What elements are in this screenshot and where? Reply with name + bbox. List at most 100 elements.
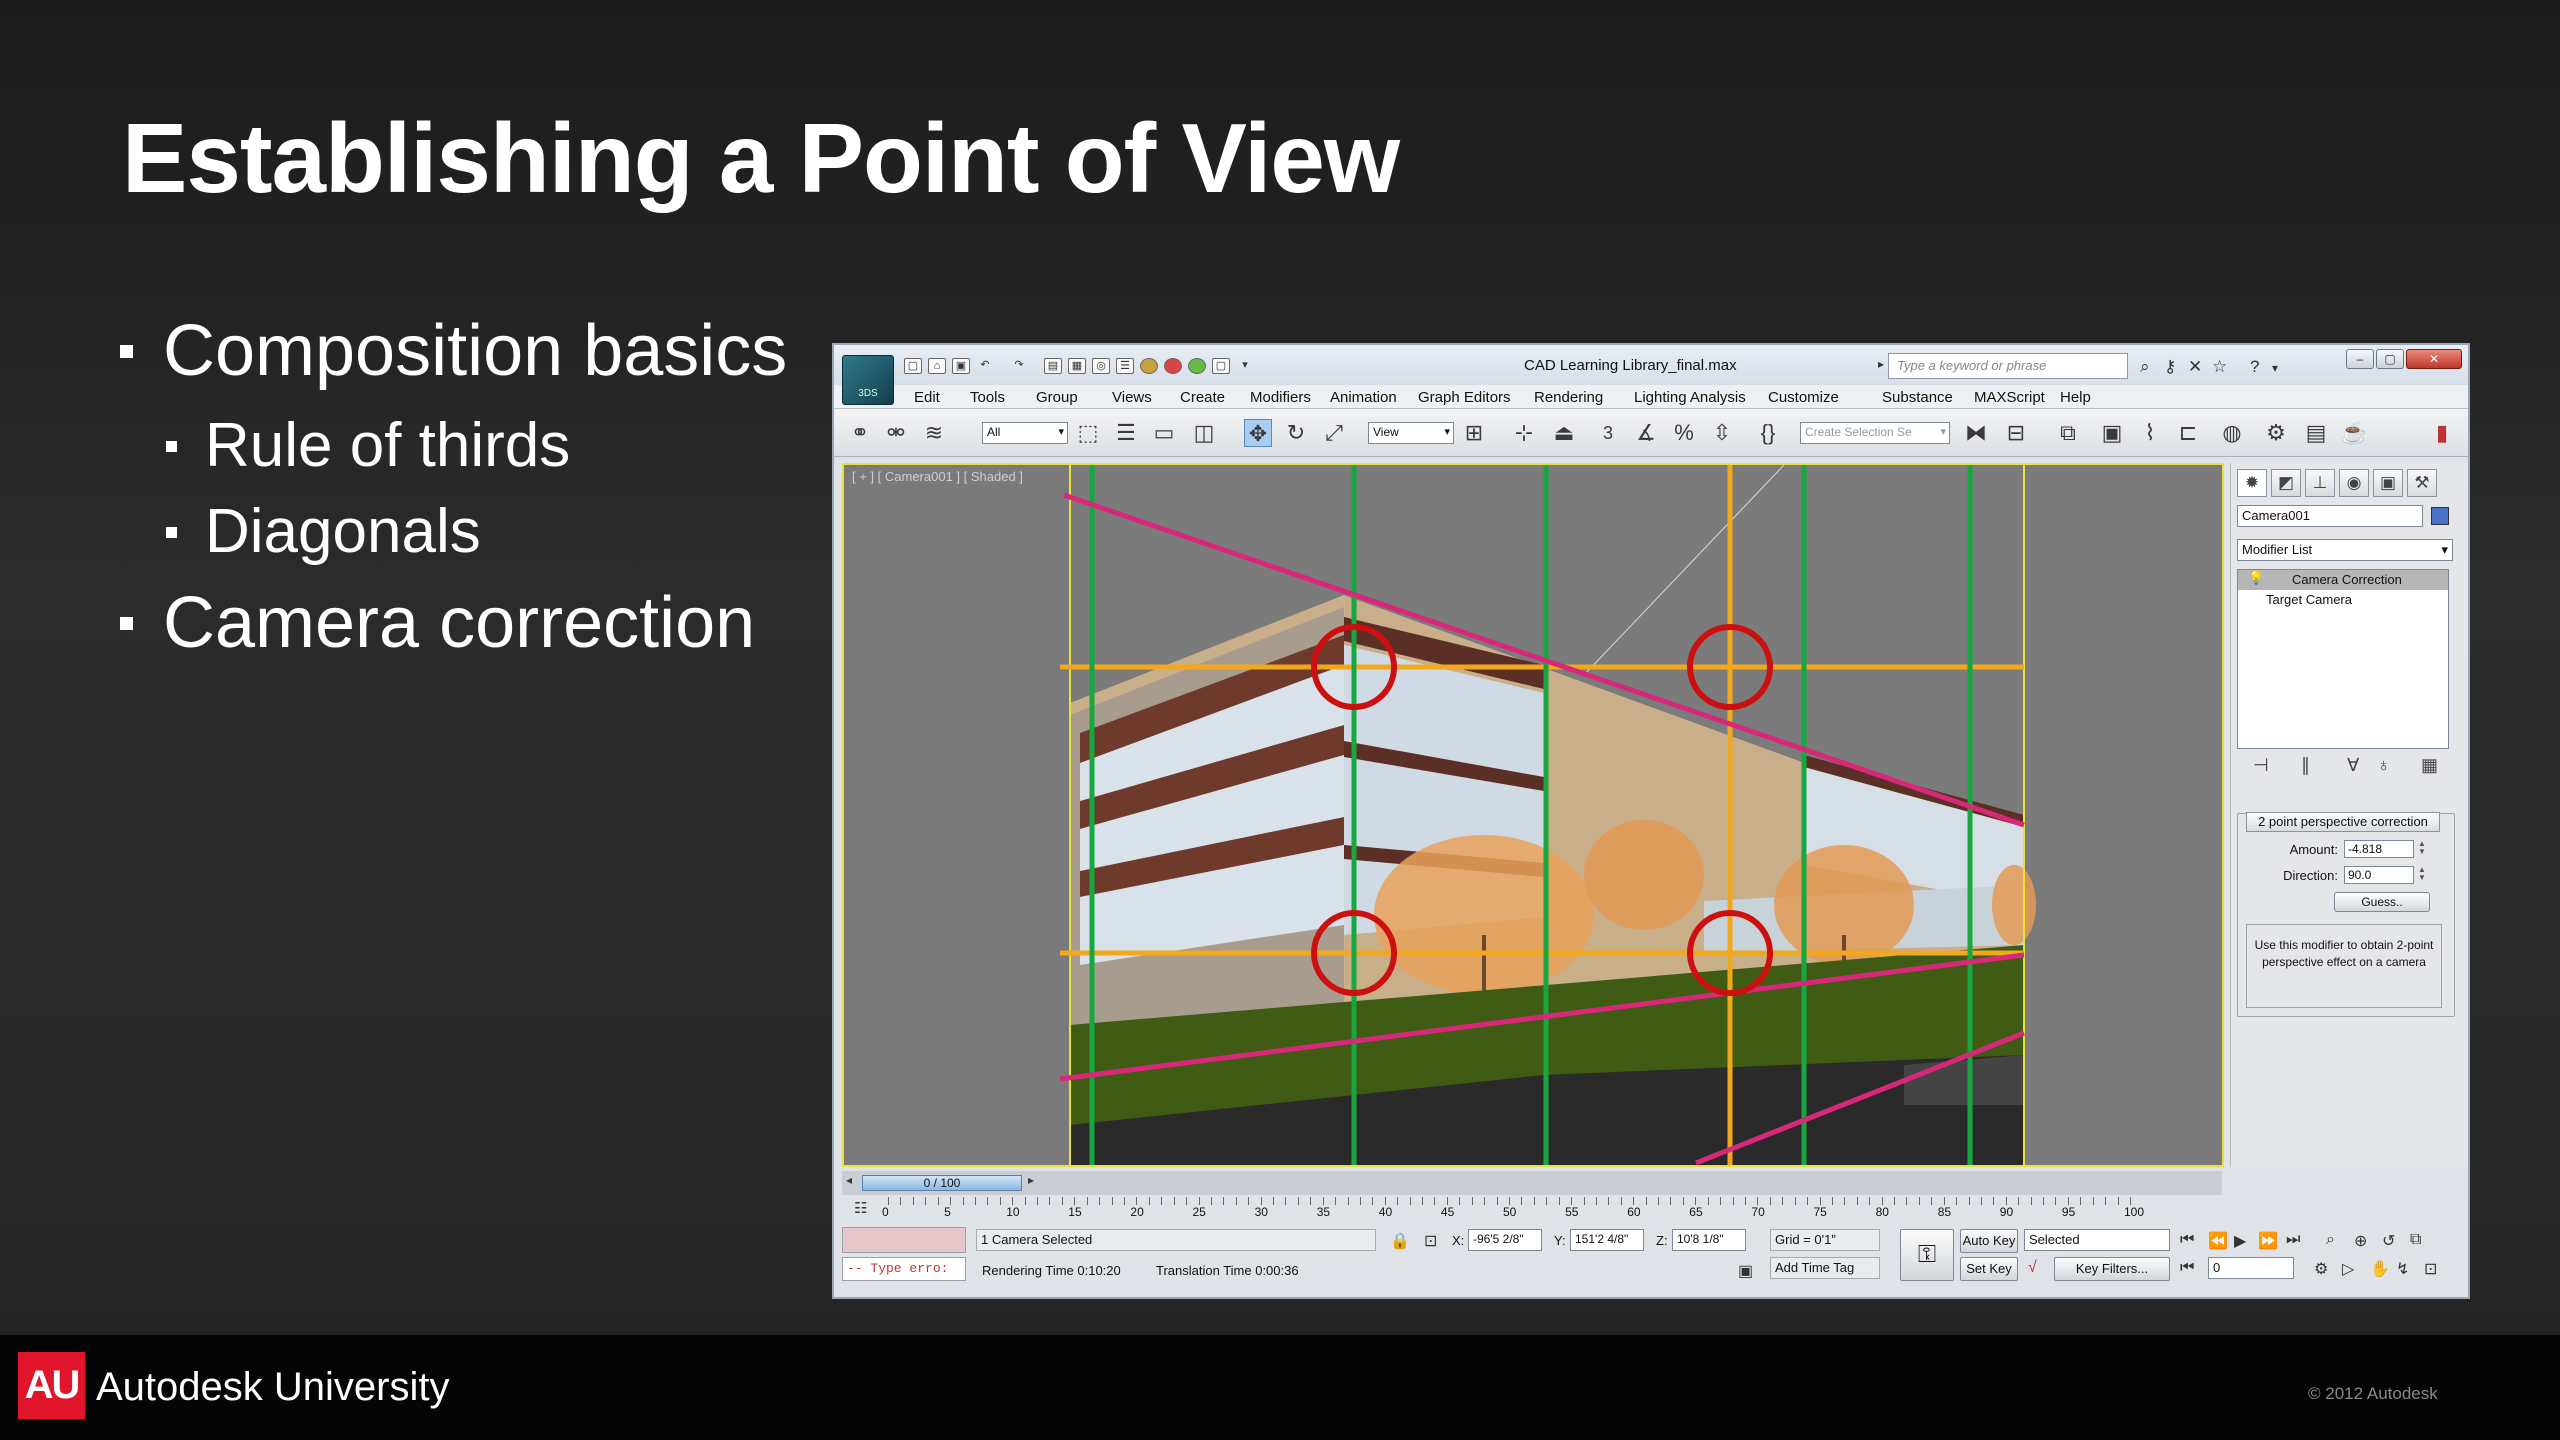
open-file-icon[interactable]: ⌂ bbox=[928, 358, 946, 374]
show-end-result-icon[interactable]: ∥ bbox=[2301, 755, 2310, 776]
direction-input[interactable]: 90.0 bbox=[2344, 866, 2414, 884]
binoculars-icon[interactable]: ⌕ bbox=[2140, 357, 2150, 377]
bind-space-warp-icon[interactable]: ≋ bbox=[920, 419, 948, 447]
rendered-frame-window-icon[interactable]: ▤ bbox=[2302, 419, 2330, 447]
manipulate-icon[interactable]: ⊹ bbox=[1510, 419, 1538, 447]
material-icon[interactable] bbox=[1140, 358, 1158, 374]
link-icon[interactable]: ⚭ bbox=[846, 419, 874, 447]
communication-icon[interactable]: ✕ bbox=[2188, 357, 2202, 377]
select-object-icon[interactable]: ⬚ bbox=[1074, 419, 1102, 447]
render-icon[interactable] bbox=[1164, 358, 1182, 374]
menu-customize[interactable]: Customize bbox=[1768, 389, 1839, 406]
undo-icon[interactable]: ↶ bbox=[976, 358, 994, 374]
menu-modifiers[interactable]: Modifiers bbox=[1250, 389, 1311, 406]
object-name-field[interactable]: Camera001 bbox=[2237, 505, 2423, 527]
auto-key-button[interactable]: Auto Key bbox=[1960, 1229, 2018, 1253]
y-coordinate-field[interactable]: 151'2 4/8" bbox=[1570, 1229, 1644, 1251]
hierarchy-tab-icon[interactable]: ⊥ bbox=[2305, 469, 2335, 497]
new-file-icon[interactable]: ▢ bbox=[904, 358, 922, 374]
menu-substance[interactable]: Substance bbox=[1882, 389, 1953, 406]
go-to-end-icon[interactable]: ⏭ bbox=[2286, 1231, 2300, 1249]
graphite-toggle-icon[interactable]: ▣ bbox=[2098, 419, 2126, 447]
menu-views[interactable]: Views bbox=[1112, 389, 1152, 406]
rectangular-selection-icon[interactable]: ▭ bbox=[1150, 419, 1178, 447]
select-and-rotate-icon[interactable]: ↻ bbox=[1282, 419, 1310, 447]
current-frame-field[interactable]: 0 bbox=[2208, 1257, 2294, 1279]
amount-input[interactable]: -4.818 bbox=[2344, 840, 2414, 858]
render-production-icon[interactable]: ☕ bbox=[2340, 419, 2368, 447]
help-icon[interactable]: ? bbox=[2250, 357, 2259, 377]
search-arrow-icon[interactable]: ▸ bbox=[1878, 357, 1884, 371]
reference-coordinate-dropdown[interactable]: View bbox=[1368, 422, 1454, 444]
x-coordinate-field[interactable]: -96'5 2/8" bbox=[1468, 1229, 1542, 1251]
maxscript-output[interactable]: -- Type erro: bbox=[842, 1257, 966, 1281]
stack-item-camera-correction[interactable]: 💡 Camera Correction bbox=[2238, 570, 2448, 590]
maximize-button[interactable]: ▢ bbox=[2376, 349, 2404, 369]
menu-graph-editors[interactable]: Graph Editors bbox=[1418, 389, 1511, 406]
previous-frame-icon[interactable]: ⏪ bbox=[2208, 1231, 2228, 1251]
redo-icon[interactable]: ↷ bbox=[1010, 358, 1028, 374]
pivot-center-icon[interactable]: ⊞ bbox=[1460, 419, 1488, 447]
project-folder-icon[interactable]: ▤ bbox=[1044, 358, 1062, 374]
direction-spinner-icon[interactable]: ▲ ▼ bbox=[2418, 866, 2428, 884]
remove-modifier-icon[interactable]: ♁ bbox=[2377, 755, 2391, 776]
infocenter-search-input[interactable]: Type a keyword or phrase bbox=[1888, 353, 2128, 379]
save-file-icon[interactable]: ▣ bbox=[952, 358, 970, 374]
z-coordinate-field[interactable]: 10'8 1/8" bbox=[1672, 1229, 1746, 1251]
select-by-name-icon[interactable]: ☰ bbox=[1112, 419, 1140, 447]
add-time-tag[interactable]: Add Time Tag bbox=[1770, 1257, 1880, 1279]
motion-tab-icon[interactable]: ◉ bbox=[2339, 469, 2369, 497]
rollout-header[interactable]: 2 point perspective correction bbox=[2246, 812, 2440, 832]
grid-icon[interactable]: ▦ bbox=[1068, 358, 1086, 374]
maxscript-listener-input[interactable] bbox=[842, 1227, 966, 1253]
help-dropdown-icon[interactable]: ▾ bbox=[2272, 361, 2278, 375]
modifier-list-dropdown[interactable]: Modifier List bbox=[2237, 539, 2453, 561]
pan-icon[interactable]: ✋ bbox=[2370, 1259, 2390, 1279]
set-key-icon[interactable]: ⚿ bbox=[1900, 1229, 1954, 1281]
time-tag-icon[interactable]: ▣ bbox=[1738, 1261, 1753, 1281]
next-frame-icon[interactable]: ⏩ bbox=[2258, 1231, 2278, 1251]
edit-named-selection-icon[interactable]: {} bbox=[1754, 419, 1782, 447]
customize-quick-access-icon[interactable]: ▾ bbox=[1236, 358, 1254, 374]
utilities-tab-icon[interactable]: ⚒ bbox=[2407, 469, 2437, 497]
spinner-snap-icon[interactable]: ⇳ bbox=[1708, 419, 1736, 447]
mirror-icon[interactable]: ⧓ bbox=[1962, 419, 1990, 447]
render-setup-icon[interactable] bbox=[1188, 358, 1206, 374]
time-previous-icon[interactable]: ◂ bbox=[846, 1173, 852, 1187]
menu-animation[interactable]: Animation bbox=[1330, 389, 1397, 406]
maximize-viewport-icon[interactable]: ⧉ bbox=[2410, 1231, 2421, 1249]
curve-editor-icon[interactable]: ⌇ bbox=[2136, 419, 2164, 447]
percent-snap-icon[interactable]: % bbox=[1670, 419, 1698, 447]
material-editor-icon[interactable]: ◍ bbox=[2218, 419, 2246, 447]
menu-tools[interactable]: Tools bbox=[970, 389, 1005, 406]
align-icon[interactable]: ⊟ bbox=[2002, 419, 2030, 447]
camera-viewport[interactable]: [ + ] [ Camera001 ] [ Shaded ] bbox=[842, 463, 2224, 1167]
object-color-swatch[interactable] bbox=[2431, 507, 2449, 525]
select-and-move-icon[interactable]: ✥ bbox=[1244, 419, 1272, 447]
menu-lighting-analysis[interactable]: Lighting Analysis bbox=[1634, 389, 1746, 406]
zoom-icon[interactable]: ⌕ bbox=[2326, 1231, 2335, 1249]
field-of-view-icon[interactable]: ▷ bbox=[2342, 1259, 2354, 1279]
guess-button[interactable]: Guess.. bbox=[2334, 892, 2430, 912]
favorites-icon[interactable]: ☆ bbox=[2212, 357, 2227, 377]
bulb-icon[interactable]: 💡 bbox=[2248, 570, 2264, 586]
time-slider-track[interactable]: ◂ 0 / 100 ▸ bbox=[842, 1171, 2222, 1195]
time-configuration-icon[interactable]: ⚙ bbox=[2314, 1259, 2328, 1279]
named-selection-set-dropdown[interactable]: Create Selection Se bbox=[1800, 422, 1950, 444]
make-unique-icon[interactable]: ∀ bbox=[2347, 755, 2359, 776]
orbit-icon[interactable]: ↺ bbox=[2382, 1231, 2395, 1251]
snaps-toggle-icon[interactable]: 3 bbox=[1594, 419, 1622, 447]
create-tab-icon[interactable]: ✹ bbox=[2237, 469, 2267, 497]
stack-item-target-camera[interactable]: Target Camera bbox=[2238, 590, 2448, 610]
time-slider[interactable]: 0 / 100 bbox=[862, 1175, 1022, 1191]
selection-filter-dropdown[interactable]: All bbox=[982, 422, 1068, 444]
pin-stack-icon[interactable]: ⊣ bbox=[2253, 755, 2269, 776]
absolute-mode-icon[interactable]: ⊡ bbox=[1424, 1231, 1437, 1251]
zoom-all-icon[interactable]: ⊕ bbox=[2354, 1231, 2367, 1251]
angle-snap-icon[interactable]: ∡ bbox=[1632, 419, 1660, 447]
world-icon[interactable]: ◎ bbox=[1092, 358, 1110, 374]
menu-create[interactable]: Create bbox=[1180, 389, 1225, 406]
key-filters-button[interactable]: Key Filters... bbox=[2054, 1257, 2170, 1281]
menu-group[interactable]: Group bbox=[1036, 389, 1078, 406]
mini-curve-editor-icon[interactable]: ☷ bbox=[854, 1199, 867, 1217]
